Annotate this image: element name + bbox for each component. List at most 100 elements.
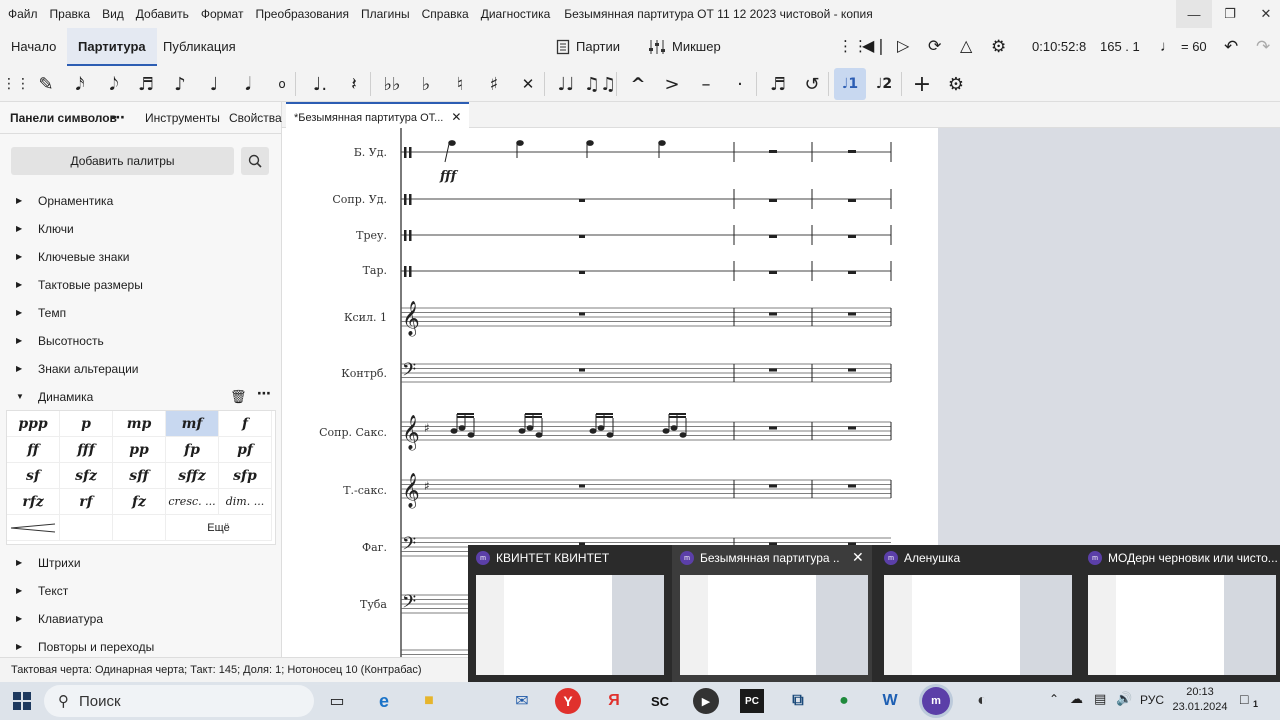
taskbar-search-box[interactable]: ⚲ Поиск	[44, 685, 314, 717]
dynamic-rf[interactable]: rf	[60, 489, 113, 515]
dynamic-sfp[interactable]: sfp	[219, 463, 272, 489]
task-view-icon[interactable]: ▭	[322, 686, 352, 716]
edge-icon[interactable]: e	[369, 686, 399, 716]
palette-accidentals[interactable]: ▶ Знаки альтерации	[0, 355, 280, 383]
thirty-second-note-icon[interactable]: 𝅘𝅥𝅮	[98, 68, 130, 100]
play-button[interactable]: ▷	[897, 28, 909, 66]
quarter-note-icon[interactable]: ♩	[198, 68, 230, 100]
palette-keyboard[interactable]: ▶ Клавиатура	[0, 605, 280, 633]
dynamic-pf[interactable]: pf	[219, 437, 272, 463]
dynamic-mf[interactable]: mf	[166, 411, 219, 437]
yandex-browser-icon[interactable]: Y	[555, 688, 581, 714]
mixer-button[interactable]: Микшер	[648, 28, 721, 66]
palette-tempo[interactable]: ▶ Темп	[0, 299, 280, 327]
start-button[interactable]	[7, 686, 37, 716]
undo-button[interactable]: ↶	[1224, 28, 1238, 66]
rest-icon[interactable]: 𝄽	[338, 68, 370, 100]
toolbar-settings-icon[interactable]: ⚙	[940, 68, 972, 100]
tuplet-icon[interactable]: ♬	[762, 68, 794, 100]
dynamic-sffz[interactable]: sffz	[166, 463, 219, 489]
toolbar-handle-icon[interactable]: ⋮⋮	[0, 68, 32, 100]
tray-expand-icon[interactable]: ⌃	[1049, 692, 1059, 706]
yandex-icon[interactable]: Я	[599, 686, 629, 716]
dynamic-diminuendo[interactable]: dim. ...	[219, 489, 272, 515]
palette-articulations[interactable]: ▶ Штрихи	[0, 549, 280, 577]
tenuto-icon[interactable]: –	[690, 68, 722, 100]
dynamic-mp[interactable]: mp	[113, 411, 166, 437]
pycharm-icon[interactable]: PC	[740, 689, 764, 713]
dynamic-fp[interactable]: fp	[166, 437, 219, 463]
tab-palettes[interactable]: Панели символов	[10, 102, 117, 134]
marcato-icon[interactable]: ^	[622, 68, 654, 100]
voice-1-icon[interactable]: ♩1	[834, 68, 866, 100]
thumbnail-window-3[interactable]: m Аленушка	[876, 545, 1076, 682]
palette-key-signatures[interactable]: ▶ Ключевые знаки	[0, 243, 280, 271]
whole-note-icon[interactable]: o	[266, 68, 298, 100]
palettes-menu-icon[interactable]: ⋯	[111, 102, 125, 134]
playback-settings-button[interactable]: ⚙	[991, 28, 1006, 66]
metronome-button[interactable]: △	[960, 28, 972, 66]
word-icon[interactable]: W	[875, 686, 905, 716]
language-indicator[interactable]: РУС	[1140, 693, 1164, 707]
clock[interactable]: 20:13 23.01.2024	[1172, 685, 1228, 715]
add-palettes-button[interactable]: Добавить палитры	[11, 147, 234, 175]
tab-home[interactable]: Начало	[0, 28, 67, 66]
dynamic-sf[interactable]: sf	[7, 463, 60, 489]
dynamic-fff[interactable]: fff	[60, 437, 113, 463]
file-explorer-icon[interactable]: ■	[414, 686, 444, 716]
palette-time-signatures[interactable]: ▶ Тактовые размеры	[0, 271, 280, 299]
palette-ornaments[interactable]: ▶ Орнаментика	[0, 187, 280, 215]
voice-2-icon[interactable]: ♩2	[868, 68, 900, 100]
thumbnail-window-2[interactable]: m Безымянная партитура ... ✕	[672, 545, 872, 682]
minimize-button[interactable]: —	[1176, 0, 1212, 28]
rewind-button[interactable]: ◀❘	[862, 28, 888, 66]
menu-plugins[interactable]: Плагины	[355, 0, 416, 28]
thumbnail-window-1[interactable]: m КВИНТЕТ КВИНТЕТ	[468, 545, 668, 682]
dynamic-ppp[interactable]: ppp	[7, 411, 60, 437]
screen-recorder-icon[interactable]: ◐	[967, 686, 997, 716]
natural-icon[interactable]: ♮	[444, 68, 476, 100]
staccato-icon[interactable]: ·	[724, 68, 756, 100]
double-flat-icon[interactable]: ♭♭	[376, 68, 408, 100]
tab-publish[interactable]: Публикация	[152, 28, 247, 66]
add-icon[interactable]: +	[906, 68, 938, 100]
search-button[interactable]	[241, 147, 269, 175]
tab-score[interactable]: Партитура	[67, 28, 157, 66]
more-button[interactable]: Ещё	[166, 515, 272, 541]
sixteenth-note-icon[interactable]: ♬	[130, 68, 162, 100]
accent-icon[interactable]: >	[656, 68, 688, 100]
dynamic-crescendo[interactable]: cresc. ...	[166, 489, 219, 515]
close-window-button[interactable]: ✕	[1248, 0, 1280, 28]
menu-format[interactable]: Формат	[195, 0, 250, 28]
redo-button[interactable]: ↷	[1256, 28, 1270, 66]
notification-icon[interactable]: □	[1240, 691, 1248, 707]
flip-direction-icon[interactable]: ↺	[796, 68, 828, 100]
dynamic-ff[interactable]: ff	[7, 437, 60, 463]
menu-tools[interactable]: Преобразования	[249, 0, 355, 28]
tab-properties[interactable]: Свойства	[229, 102, 282, 134]
half-note-icon[interactable]: 𝅘𝅥	[232, 68, 264, 100]
menu-view[interactable]: Вид	[96, 0, 130, 28]
palette-clefs[interactable]: ▶ Ключи	[0, 215, 280, 243]
menu-help[interactable]: Справка	[416, 0, 475, 28]
palette-menu-icon[interactable]: ⋯	[257, 385, 271, 402]
sixty-fourth-note-icon[interactable]: 𝅘𝅥𝅯	[64, 68, 96, 100]
dynamic-f[interactable]: f	[219, 411, 272, 437]
menu-add[interactable]: Добавить	[130, 0, 195, 28]
restore-button[interactable]: ❐	[1212, 0, 1248, 28]
dynamic-sff[interactable]: sff	[113, 463, 166, 489]
palette-text[interactable]: ▶ Текст	[0, 577, 280, 605]
dynamic-sfz[interactable]: sfz	[60, 463, 113, 489]
remote-desktop-icon[interactable]: ⧉	[783, 686, 813, 716]
musescore-icon[interactable]: m	[922, 687, 950, 715]
tab-instruments[interactable]: Инструменты	[145, 102, 220, 134]
network-icon[interactable]: ▤	[1094, 691, 1106, 707]
close-tab-icon[interactable]: ✕	[451, 110, 461, 124]
sc-app-icon[interactable]: SC	[645, 686, 675, 716]
dynamic-p[interactable]: p	[60, 411, 113, 437]
cloud-icon[interactable]: ☁	[1070, 691, 1083, 707]
document-tab[interactable]: *Безымянная партитура ОТ... ✕	[286, 102, 470, 128]
augmentation-dot-icon[interactable]: ♩.	[304, 68, 336, 100]
loop-button[interactable]: ⟳	[928, 28, 941, 66]
dynamic-pp[interactable]: pp	[113, 437, 166, 463]
